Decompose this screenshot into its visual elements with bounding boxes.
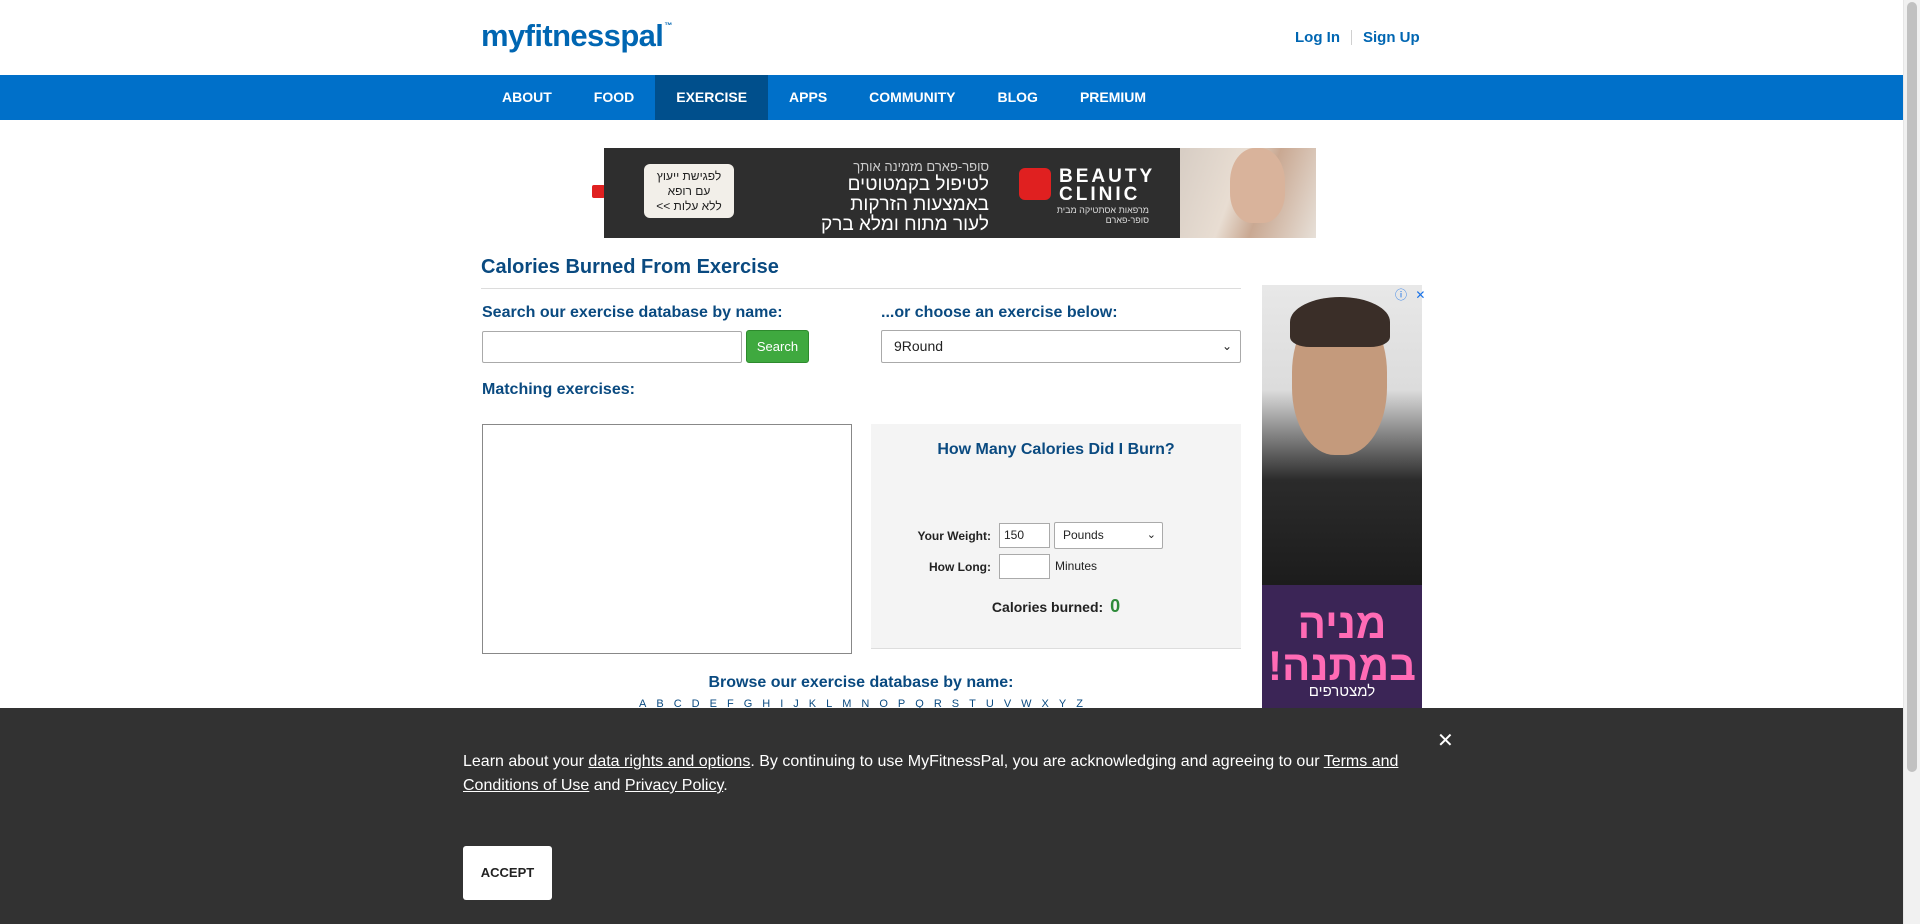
scrollbar-thumb[interactable] <box>1907 2 1917 772</box>
auth-divider <box>1351 30 1352 45</box>
auth-links: Log In Sign Up <box>1295 29 1420 46</box>
chevron-down-icon: ⌄ <box>1146 529 1156 541</box>
cookie-consent-text: Learn about your data rights and options… <box>463 750 1413 798</box>
main-nav: ABOUT FOOD EXERCISE APPS COMMUNITY BLOG … <box>0 75 1903 120</box>
nav-item-apps[interactable]: APPS <box>768 75 848 120</box>
exercise-search-input[interactable] <box>482 331 742 363</box>
banner-ad-brand: BEAUTY CLINIC <box>1059 167 1155 205</box>
matching-exercises-list[interactable] <box>482 424 852 654</box>
duration-input[interactable] <box>999 554 1050 579</box>
side-ad-subtext: למצטרפים <box>1308 683 1376 700</box>
banner-headline-line: לטיפול בקמטוטים <box>847 174 989 195</box>
ad-info-icon[interactable]: ⓘ <box>1395 288 1407 302</box>
myfitnesspal-logo[interactable]: myfitnesspal™ <box>481 18 672 54</box>
nav-item-about[interactable]: ABOUT <box>481 75 573 120</box>
page-scrollbar[interactable] <box>1903 0 1920 924</box>
banner-cta-line: לפגישת ייעוץ <box>656 169 722 183</box>
banner-ad-tagline: סופר-פארם מזמינה אותך <box>853 159 989 174</box>
banner-ad[interactable]: לפגישת ייעוץ עם רופא ללא עלות >> סופר-פא… <box>604 148 1316 238</box>
cookie-consent-banner: Learn about your data rights and options… <box>0 708 1903 924</box>
cookie-text-part: and <box>589 777 625 794</box>
beauty-clinic-logo-icon <box>1019 168 1051 200</box>
side-ad-hair <box>1290 297 1390 347</box>
search-button[interactable]: Search <box>746 330 809 363</box>
side-ad-headline-line: במתנה! <box>1267 642 1416 689</box>
weight-label: Your Weight: <box>917 529 991 543</box>
accept-button[interactable]: ACCEPT <box>463 846 552 900</box>
calories-burned: Calories burned: 0 <box>871 596 1241 617</box>
brand-line: CLINIC <box>1059 184 1141 205</box>
side-ad[interactable]: מניה במתנה! למצטרפים <box>1262 285 1422 710</box>
search-label: Search our exercise database by name: <box>482 304 783 321</box>
cookie-text-part: . <box>723 777 728 794</box>
banner-ad-photo <box>1180 148 1316 238</box>
exercise-select-value: 9Round <box>894 338 944 354</box>
cookie-close-icon[interactable]: ✕ <box>1437 728 1454 753</box>
weight-input[interactable]: 150 <box>999 523 1050 548</box>
side-ad-headline: מניה במתנה! <box>1262 603 1422 687</box>
weight-unit-select[interactable]: Pounds ⌄ <box>1054 522 1163 549</box>
nav-item-blog[interactable]: BLOG <box>977 75 1059 120</box>
nav-item-premium[interactable]: PREMIUM <box>1059 75 1167 120</box>
nav-item-food[interactable]: FOOD <box>573 75 655 120</box>
exercise-select[interactable]: 9Round ⌄ <box>881 330 1241 363</box>
data-rights-link[interactable]: data rights and options <box>588 753 750 770</box>
signup-link[interactable]: Sign Up <box>1363 29 1420 46</box>
banner-headline-line: באמצעות הזרקות <box>850 194 989 215</box>
banner-ad-face <box>1230 148 1285 223</box>
duration-unit: Minutes <box>1055 559 1098 573</box>
main-content: Calories Burned From Exercise Search our… <box>481 256 1241 710</box>
side-ad-photo <box>1262 285 1422 585</box>
browse-label: Browse our exercise database by name: <box>708 674 1014 691</box>
calorie-calculator: How Many Calories Did I Burn? Your Weigh… <box>871 424 1241 649</box>
banner-ad-brand-sub: מרפאות אסתטיקה מבית סופר-פארם <box>1056 205 1149 225</box>
calories-burned-value: 0 <box>1110 596 1121 616</box>
banner-ad-headline: לטיפול בקמטוטים באמצעות הזרקות לעור מתוח… <box>804 175 989 235</box>
banner-cta-line: עם רופא <box>667 184 711 198</box>
duration-label: How Long: <box>929 560 991 574</box>
side-ad-controls: ⓘ ✕ <box>1390 286 1425 303</box>
cookie-text-part: Learn about your <box>463 753 589 770</box>
choose-exercise-label: ...or choose an exercise below: <box>881 304 1118 321</box>
side-ad-headline-line: מניה <box>1297 600 1387 647</box>
page-title: Calories Burned From Exercise <box>481 256 1241 289</box>
banner-ad-cta-button[interactable]: לפגישת ייעוץ עם רופא ללא עלות >> <box>644 164 734 218</box>
calculator-title: How Many Calories Did I Burn? <box>937 441 1175 458</box>
banner-headline-line: לעור מתוח ומלא ברק <box>820 214 989 235</box>
calories-burned-label: Calories burned: <box>991 599 1104 615</box>
cookie-text-part: . By continuing to use MyFitnessPal, you… <box>750 753 1324 770</box>
ad-close-icon[interactable]: ✕ <box>1415 288 1425 302</box>
login-link[interactable]: Log In <box>1295 29 1340 46</box>
privacy-policy-link[interactable]: Privacy Policy <box>625 777 723 794</box>
nav-item-community[interactable]: COMMUNITY <box>848 75 976 120</box>
nav-item-exercise[interactable]: EXERCISE <box>655 75 769 120</box>
chevron-down-icon: ⌄ <box>1221 339 1232 353</box>
weight-unit-value: Pounds <box>1063 528 1104 542</box>
banner-cta-line: ללא עלות >> <box>656 199 722 213</box>
site-header: myfitnesspal™ Log In Sign Up <box>0 0 1903 75</box>
matching-exercises-label: Matching exercises: <box>482 381 635 398</box>
